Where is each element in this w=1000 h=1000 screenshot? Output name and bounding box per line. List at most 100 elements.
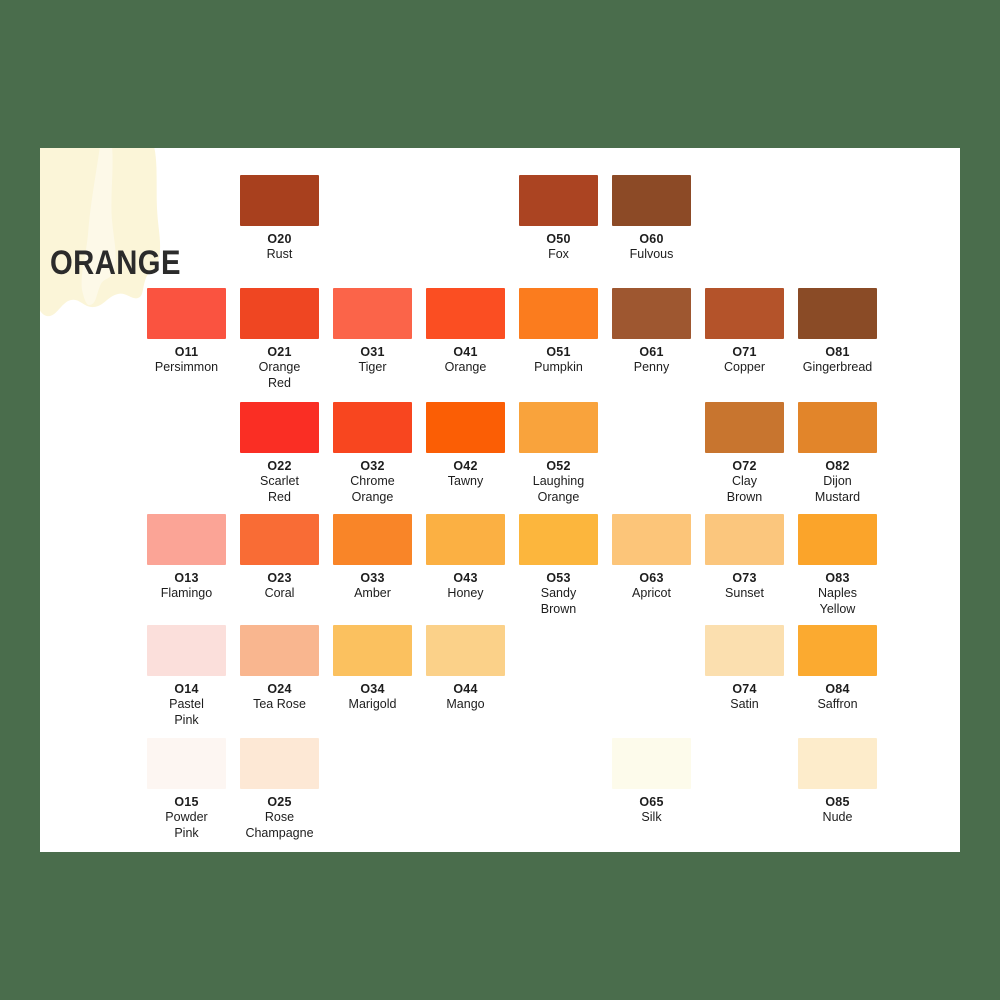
color-chip[interactable]: [705, 402, 784, 453]
color-swatch-cell[interactable]: O52 Laughing Orange: [519, 402, 612, 505]
swatch-code: O60: [639, 232, 664, 246]
color-chip[interactable]: [612, 514, 691, 565]
swatch-name: Silk: [641, 810, 662, 824]
color-swatch-cell[interactable]: O41 Orange: [426, 288, 519, 376]
color-swatch-cell[interactable]: O25 Rose Champagne: [240, 738, 333, 841]
color-swatch-cell[interactable]: O53 Sandy Brown: [519, 514, 612, 617]
color-swatch-cell[interactable]: O82 Dijon Mustard: [798, 402, 891, 505]
swatch-code: O52: [546, 459, 571, 473]
color-chip[interactable]: [147, 288, 226, 339]
swatch-code: O74: [732, 682, 757, 696]
swatch-code: O23: [267, 571, 292, 585]
swatch-name: Chrome Orange: [350, 474, 395, 504]
color-chip[interactable]: [426, 402, 505, 453]
color-chip[interactable]: [333, 514, 412, 565]
color-chip[interactable]: [519, 514, 598, 565]
color-swatch-cell[interactable]: O74 Satin: [705, 625, 798, 713]
color-chip[interactable]: [798, 738, 877, 789]
color-chip[interactable]: [240, 402, 319, 453]
color-swatch-cell[interactable]: O13 Flamingo: [147, 514, 240, 602]
color-chip[interactable]: [240, 625, 319, 676]
color-chip[interactable]: [519, 175, 598, 226]
swatch-name: Amber: [354, 586, 391, 600]
swatch-name: Pumpkin: [534, 360, 583, 374]
swatch-name: Copper: [724, 360, 765, 374]
swatch-code: O81: [825, 345, 850, 359]
color-swatch-cell[interactable]: O34 Marigold: [333, 625, 426, 713]
color-swatch-cell[interactable]: O42 Tawny: [426, 402, 519, 490]
color-swatch-cell[interactable]: O50 Fox: [519, 175, 612, 263]
swatch-code: O73: [732, 571, 757, 585]
swatch-name: Honey: [447, 586, 484, 600]
color-swatch-cell[interactable]: O63 Apricot: [612, 514, 705, 602]
color-swatch-cell[interactable]: O72 Clay Brown: [705, 402, 798, 505]
color-chip[interactable]: [705, 514, 784, 565]
color-chip[interactable]: [240, 288, 319, 339]
color-swatch-cell[interactable]: O44 Mango: [426, 625, 519, 713]
color-swatch-cell[interactable]: O73 Sunset: [705, 514, 798, 602]
color-chip[interactable]: [519, 402, 598, 453]
color-chip[interactable]: [240, 738, 319, 789]
color-chip[interactable]: [147, 514, 226, 565]
color-swatch-cell[interactable]: O61 Penny: [612, 288, 705, 376]
color-chip[interactable]: [333, 402, 412, 453]
color-chip[interactable]: [705, 625, 784, 676]
color-swatch-cell[interactable]: O20 Rust: [240, 175, 333, 263]
color-chip[interactable]: [798, 288, 877, 339]
swatch-code: O15: [174, 795, 199, 809]
swatch-name: Orange: [444, 360, 487, 374]
color-chip[interactable]: [705, 288, 784, 339]
color-swatch-cell[interactable]: O84 Saffron: [798, 625, 891, 713]
swatch-code: O21: [267, 345, 292, 359]
swatch-name: Tawny: [447, 474, 484, 488]
color-swatch-cell[interactable]: O51 Pumpkin: [519, 288, 612, 376]
color-swatch-cell[interactable]: O85 Nude: [798, 738, 891, 826]
color-swatch-cell[interactable]: O21 Orange Red: [240, 288, 333, 391]
color-chip[interactable]: [519, 288, 598, 339]
color-swatch-cell[interactable]: O24 Tea Rose: [240, 625, 333, 713]
color-swatch-cell[interactable]: O31 Tiger: [333, 288, 426, 376]
color-chip[interactable]: [612, 738, 691, 789]
swatch-name: Powder Pink: [165, 810, 208, 840]
color-swatch-cell[interactable]: O43 Honey: [426, 514, 519, 602]
color-swatch-cell[interactable]: O33 Amber: [333, 514, 426, 602]
color-swatch-cell[interactable]: O23 Coral: [240, 514, 333, 602]
swatch-code: O11: [174, 345, 199, 359]
color-chip[interactable]: [426, 514, 505, 565]
swatch-name: Fox: [548, 247, 569, 261]
swatch-code: O63: [639, 571, 664, 585]
color-chip[interactable]: [798, 402, 877, 453]
color-swatch-cell[interactable]: O60 Fulvous: [612, 175, 705, 263]
color-chip[interactable]: [333, 288, 412, 339]
color-chip[interactable]: [426, 288, 505, 339]
swatch-code: O14: [174, 682, 199, 696]
color-swatch-cell[interactable]: O14 Pastel Pink: [147, 625, 240, 728]
color-swatch-cell[interactable]: O11 Persimmon: [147, 288, 240, 376]
swatch-code: O20: [267, 232, 292, 246]
swatch-code: O44: [453, 682, 478, 696]
color-swatch-cell[interactable]: O15 Powder Pink: [147, 738, 240, 841]
color-chip[interactable]: [240, 175, 319, 226]
color-chip[interactable]: [333, 625, 412, 676]
color-swatch-cell[interactable]: O32 Chrome Orange: [333, 402, 426, 505]
color-swatch-cell[interactable]: O71 Copper: [705, 288, 798, 376]
color-swatch-cell[interactable]: O81 Gingerbread: [798, 288, 891, 376]
swatch-name: Scarlet Red: [260, 474, 299, 504]
color-chip[interactable]: [147, 625, 226, 676]
color-chip[interactable]: [147, 738, 226, 789]
color-swatch-cell[interactable]: O22 Scarlet Red: [240, 402, 333, 505]
swatch-code: O84: [825, 682, 850, 696]
color-chip[interactable]: [798, 625, 877, 676]
color-chip[interactable]: [240, 514, 319, 565]
color-chip[interactable]: [612, 175, 691, 226]
swatch-code: O25: [267, 795, 292, 809]
swatch-code: O22: [267, 459, 292, 473]
swatch-code: O85: [825, 795, 850, 809]
color-swatch-cell[interactable]: O65 Silk: [612, 738, 705, 826]
color-chip[interactable]: [798, 514, 877, 565]
color-chip[interactable]: [426, 625, 505, 676]
color-chip[interactable]: [612, 288, 691, 339]
swatch-name: Orange Red: [258, 360, 301, 390]
color-swatch-cell[interactable]: O83 Naples Yellow: [798, 514, 891, 617]
swatch-name: Sandy Brown: [540, 586, 577, 616]
